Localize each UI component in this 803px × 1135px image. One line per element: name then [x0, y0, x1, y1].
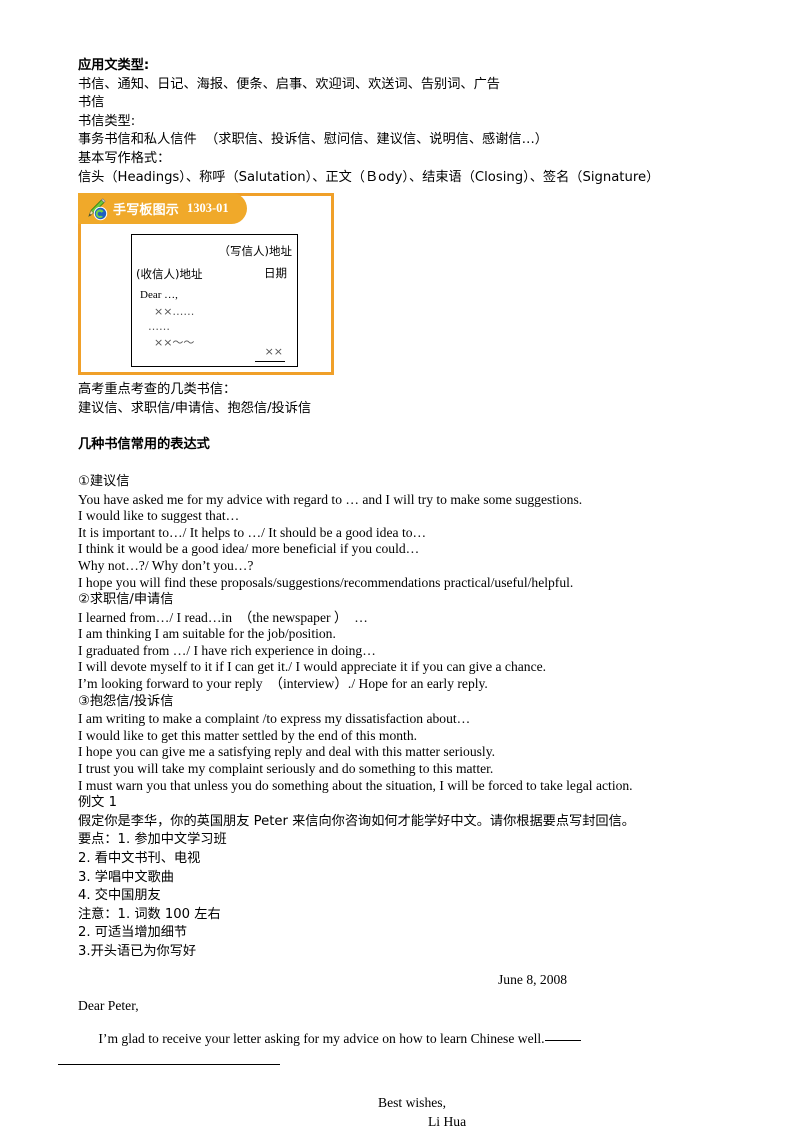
- expression-line: I graduated from …/ I have rich experien…: [78, 642, 376, 658]
- expression-line: I hope you will find these proposals/sug…: [78, 574, 574, 590]
- expression-line: I’m looking forward to your reply （inter…: [78, 676, 488, 692]
- types-line-2: 书信: [78, 95, 105, 111]
- expression-line: I trust you will take my complaint serio…: [78, 761, 494, 777]
- expression-line: I hope you can give me a satisfying repl…: [78, 744, 496, 760]
- sketch-body-line-3: ××〜〜: [154, 336, 195, 350]
- sketch-signature-rule: [255, 361, 285, 363]
- sketch-date: 日期: [264, 266, 287, 281]
- types-line-6: 信头（Headings）、称呼（Salutation）、正文（Ｂody）、结束语…: [78, 169, 660, 185]
- sketch-body-line-1: ××……: [154, 305, 195, 319]
- example-label: 例文 1: [78, 795, 117, 811]
- types-line-4: 事务书信和私人信件 （求职信、投诉信、慰问信、建议信、说明信、感谢信…）: [78, 132, 548, 148]
- example-note: 2. 可适当增加细节: [78, 925, 188, 941]
- expressions-group-3-title: ③抱怨信/投诉信: [78, 693, 174, 709]
- exam-focus-line-2: 建议信、求职信/申请信、抱怨信/投诉信: [78, 400, 312, 416]
- types-line-3: 书信类型:: [78, 113, 136, 129]
- expression-line: I would like to suggest that…: [78, 508, 240, 524]
- expression-line: I would like to get this matter settled …: [78, 727, 418, 743]
- expression-line: I am writing to make a complaint /to exp…: [78, 711, 471, 727]
- example-note: 3.开头语已为你写好: [78, 943, 197, 959]
- sketch-recipient-address: (收信人)地址: [136, 267, 203, 282]
- example-point: 2. 看中文书刊、电视: [78, 851, 201, 866]
- answer-blank-rule: [58, 1063, 280, 1065]
- letter-opening: I’m glad to receive your letter asking f…: [98, 1030, 545, 1046]
- expression-line: You have asked me for my advice with reg…: [78, 491, 583, 507]
- pencil-swirl-svg: [88, 198, 108, 220]
- sketch-body-line-2: ……: [148, 320, 170, 334]
- blank-fill-rule: [544, 1039, 581, 1041]
- letter-salutation: Dear Peter,: [78, 997, 139, 1013]
- exam-focus-line-1: 高考重点考查的几类书信：: [78, 382, 237, 398]
- illustration-tab-title: 手写板图示: [113, 203, 180, 219]
- sketch-salutation: Dear …,: [140, 289, 178, 302]
- letter-opening-row: I’m glad to receive your letter asking f…: [78, 1014, 728, 1064]
- example-note: 注意：1. 词数 100 左右: [78, 906, 221, 922]
- illustration-tab-code: 1303-01: [187, 201, 229, 216]
- expression-line: I learned from…/ I read…in （the newspape…: [78, 609, 368, 625]
- types-line-1: 书信、通知、日记、海报、便条、启事、欢迎词、欢送词、告别词、广告: [78, 76, 500, 92]
- example-prompt: 假定你是李华，你的英国朋友 Peter 来信向你咨询如何才能学好中文。请你根据要…: [78, 813, 635, 829]
- example-point: 要点：1. 参加中文学习班: [78, 832, 227, 848]
- expression-line: I will devote myself to it if I can get …: [78, 659, 547, 675]
- sketch-sender-address: （写信人)地址: [218, 244, 293, 259]
- section-heading-types: 应用文类型:: [78, 58, 150, 73]
- expression-line: Why not…?/ Why don’t you…?: [78, 557, 254, 573]
- expressions-group-2-title: ②求职信/申请信: [78, 592, 174, 608]
- expressions-group-1-title: ①建议信: [78, 473, 130, 489]
- types-line-5: 基本写作格式：: [78, 150, 171, 166]
- sketch-signature: ××: [264, 345, 283, 359]
- document-content: 应用文类型: 书信、通知、日记、海报、便条、启事、欢迎词、欢送词、告别词、广告 …: [58, 57, 728, 1131]
- expression-line: I am thinking I am suitable for the job/…: [78, 626, 336, 642]
- example-point: 3. 学唱中文歌曲: [78, 869, 174, 885]
- document-page: 应用文类型: 书信、通知、日记、海报、便条、启事、欢迎词、欢送词、告别词、广告 …: [0, 0, 803, 1135]
- handwriting-illustration: 手写板图示 1303-01 （写信人)地址 (收信人)地址 日期 Dear …,…: [78, 193, 340, 376]
- expressions-heading: 几种书信常用的表达式: [78, 437, 210, 453]
- letter-date: June 8, 2008: [498, 971, 568, 987]
- letter-format-sketch: （写信人)地址 (收信人)地址 日期 Dear …, ××…… …… ××〜〜 …: [131, 234, 298, 368]
- pencil-icon: [84, 197, 108, 221]
- letter-signature: Li Hua: [428, 1113, 467, 1129]
- letter-closing: Best wishes,: [378, 1094, 446, 1110]
- expression-line: I must warn you that unless you do somet…: [78, 777, 633, 793]
- example-point: 4. 交中国朋友: [78, 888, 161, 904]
- illustration-frame: 手写板图示 1303-01 （写信人)地址 (收信人)地址 日期 Dear …,…: [78, 193, 334, 376]
- answer-rule-row: [58, 1063, 728, 1084]
- illustration-tab: 手写板图示 1303-01: [78, 193, 247, 225]
- expression-line: I think it would be a good idea/ more be…: [78, 541, 420, 557]
- expression-line: It is important to…/ It helps to …/ It s…: [78, 524, 427, 540]
